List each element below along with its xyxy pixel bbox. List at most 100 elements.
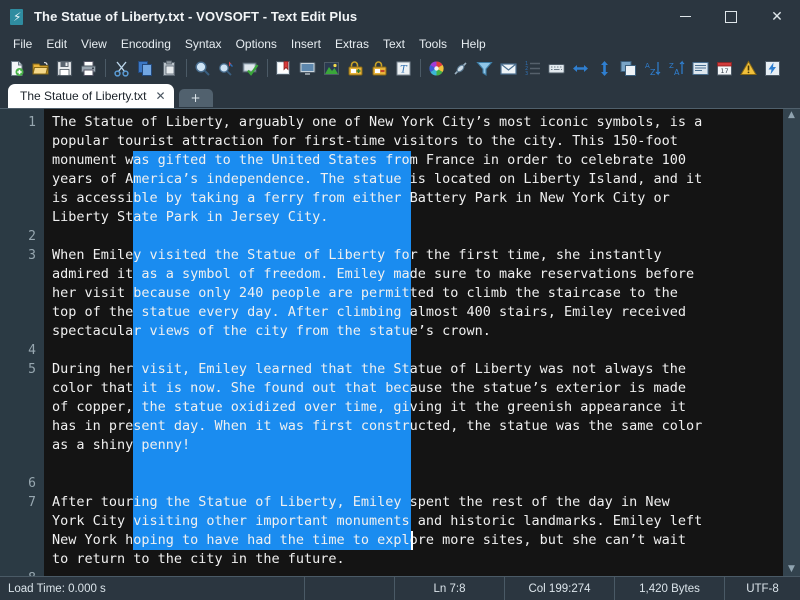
- svg-text:3: 3: [525, 71, 528, 77]
- menu-text[interactable]: Text: [376, 35, 412, 53]
- code-line[interactable]: [44, 227, 783, 246]
- wrapped-row-spacer: [0, 398, 44, 417]
- svg-text:A: A: [674, 68, 680, 77]
- font-icon[interactable]: T: [392, 57, 414, 79]
- horizontal-arrows-icon[interactable]: [569, 57, 591, 79]
- close-button[interactable]: ✕: [754, 0, 800, 33]
- code-line[interactable]: of copper, the statue oxidized over time…: [44, 398, 783, 417]
- encrypt-lock-icon[interactable]: [344, 57, 366, 79]
- save-disk-icon[interactable]: [53, 57, 75, 79]
- toolbar-separator: [267, 59, 268, 77]
- code-line[interactable]: popular tourist attraction for first-tim…: [44, 132, 783, 151]
- line-number: 1: [28, 115, 36, 130]
- email-icon[interactable]: [497, 57, 519, 79]
- new-tab-button[interactable]: +: [178, 89, 213, 107]
- code-line[interactable]: monument was gifted to the United States…: [44, 151, 783, 170]
- wrapped-row-spacer: [0, 284, 44, 303]
- copy-icon[interactable]: [134, 57, 156, 79]
- scroll-down-icon[interactable]: ▼: [788, 565, 795, 574]
- paste-icon[interactable]: [158, 57, 180, 79]
- color-wheel-icon[interactable]: [425, 57, 447, 79]
- code-text-area[interactable]: The Statue of Liberty, arguably one of N…: [44, 109, 783, 576]
- menu-tools[interactable]: Tools: [412, 35, 454, 53]
- keyboard-icon[interactable]: [545, 57, 567, 79]
- wrapped-row-spacer: [0, 170, 44, 189]
- spellcheck-icon[interactable]: [239, 57, 261, 79]
- status-blank: [305, 577, 395, 600]
- status-line: Ln 7:8: [395, 577, 505, 600]
- menu-view[interactable]: View: [74, 35, 114, 53]
- bookmark-icon[interactable]: [272, 57, 294, 79]
- menu-insert[interactable]: Insert: [284, 35, 328, 53]
- scroll-up-icon[interactable]: ▲: [788, 111, 795, 120]
- vertical-arrows-icon[interactable]: [593, 57, 615, 79]
- warning-icon[interactable]: [737, 57, 759, 79]
- numbered-list-icon[interactable]: 1 2 3: [521, 57, 543, 79]
- code-line[interactable]: to return to the city in the future.: [44, 550, 783, 569]
- new-file-icon[interactable]: [5, 57, 27, 79]
- code-line[interactable]: [44, 569, 783, 576]
- align-text-icon[interactable]: [689, 57, 711, 79]
- cut-scissors-icon[interactable]: [110, 57, 132, 79]
- code-line[interactable]: Liberty State Park in Jersey City.: [44, 208, 783, 227]
- code-line[interactable]: After touring the Statue of Liberty, Emi…: [44, 493, 783, 512]
- window-duplicate-icon[interactable]: [617, 57, 639, 79]
- decrypt-lock-icon[interactable]: [368, 57, 390, 79]
- code-line[interactable]: [44, 474, 783, 493]
- menu-edit[interactable]: Edit: [39, 35, 74, 53]
- menu-help[interactable]: Help: [454, 35, 493, 53]
- code-line[interactable]: During her visit, Emiley learned that th…: [44, 360, 783, 379]
- app-window: ⚡ The Statue of Liberty.txt - VOVSOFT - …: [0, 0, 800, 600]
- line-number: 6: [28, 476, 36, 491]
- tab-close-icon[interactable]: ✕: [156, 89, 166, 103]
- lightning-icon[interactable]: [761, 57, 783, 79]
- menu-extras[interactable]: Extras: [328, 35, 376, 53]
- monitor-icon[interactable]: [296, 57, 318, 79]
- calendar-icon[interactable]: 17: [713, 57, 735, 79]
- wrapped-row-spacer: [0, 303, 44, 322]
- toolbar-separator: [105, 59, 106, 77]
- vertical-scrollbar[interactable]: ▲ ▼: [783, 109, 800, 576]
- find-magnifier-icon[interactable]: [191, 57, 213, 79]
- sort-az-icon[interactable]: A Z: [641, 57, 663, 79]
- code-line[interactable]: as a shiny penny!: [44, 436, 783, 455]
- status-bar: Load Time: 0.000 s Ln 7:8 Col 199:274 1,…: [0, 576, 800, 600]
- filter-funnel-icon[interactable]: [473, 57, 495, 79]
- menu-file[interactable]: File: [6, 35, 39, 53]
- link-icon[interactable]: [449, 57, 471, 79]
- toolbar-separator: [420, 59, 421, 77]
- find-replace-icon[interactable]: [215, 57, 237, 79]
- code-line[interactable]: York City visiting other important monum…: [44, 512, 783, 531]
- wrapped-row-spacer: [0, 436, 44, 455]
- open-folder-icon[interactable]: [29, 57, 51, 79]
- tab-bar: The Statue of Liberty.txt ✕ +: [0, 82, 800, 108]
- print-icon[interactable]: [77, 57, 99, 79]
- maximize-button[interactable]: [708, 0, 754, 33]
- code-line[interactable]: color that it is now. She found out that…: [44, 379, 783, 398]
- code-line[interactable]: The Statue of Liberty, arguably one of N…: [44, 113, 783, 132]
- menu-encoding[interactable]: Encoding: [114, 35, 178, 53]
- image-icon[interactable]: [320, 57, 342, 79]
- code-line[interactable]: is accessible by taking a ferry from eit…: [44, 189, 783, 208]
- wrapped-row-spacer: [0, 379, 44, 398]
- minimize-button[interactable]: [662, 0, 708, 33]
- code-line[interactable]: [44, 341, 783, 360]
- wrapped-row-spacer: [0, 531, 44, 550]
- code-line[interactable]: New York hoping to have had the time to …: [44, 531, 783, 550]
- wrapped-row-spacer: [0, 455, 44, 474]
- code-line[interactable]: has in present day. When it was first co…: [44, 417, 783, 436]
- line-number: 5: [28, 362, 36, 377]
- tab-active[interactable]: The Statue of Liberty.txt ✕: [8, 84, 174, 108]
- menu-syntax[interactable]: Syntax: [178, 35, 229, 53]
- code-line[interactable]: [44, 455, 783, 474]
- editor: 1 2 3 4 5 6 7 8 The Statue of Liberty, arguably…: [0, 108, 800, 576]
- code-line[interactable]: years of America’s independence. The sta…: [44, 170, 783, 189]
- code-line[interactable]: top of the statue every day. After climb…: [44, 303, 783, 322]
- sort-za-icon[interactable]: Z A: [665, 57, 687, 79]
- code-line[interactable]: her visit because only 240 people are pe…: [44, 284, 783, 303]
- code-line[interactable]: spectacular views of the city from the s…: [44, 322, 783, 341]
- wrapped-row-spacer: [0, 550, 44, 569]
- code-line[interactable]: When Emiley visited the Statue of Libert…: [44, 246, 783, 265]
- menu-options[interactable]: Options: [229, 35, 284, 53]
- code-line[interactable]: admired it as a symbol of freedom. Emile…: [44, 265, 783, 284]
